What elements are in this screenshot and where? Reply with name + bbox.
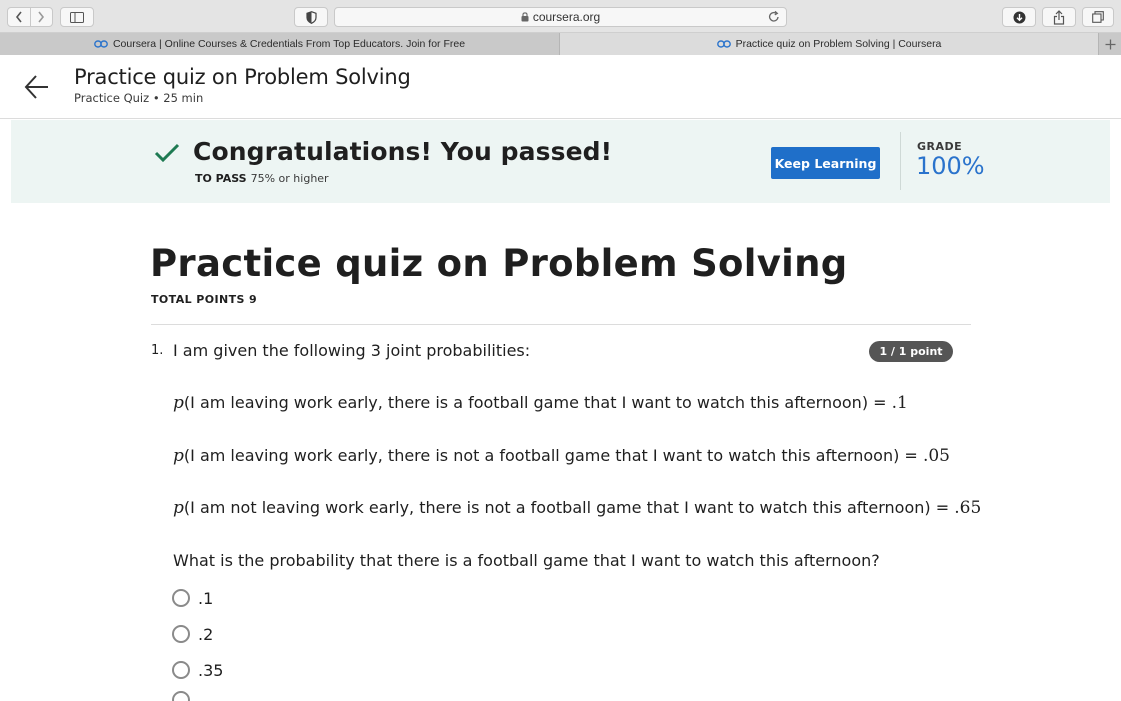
radio-button[interactable] (172, 691, 190, 701)
coursera-logo-icon (94, 40, 108, 48)
probability-text: (I am leaving work early, there is not a… (183, 446, 918, 465)
probability-text: (I am leaving work early, there is a foo… (183, 393, 887, 412)
page-subtitle: Practice Quiz • 25 min (74, 91, 204, 105)
radio-button[interactable] (172, 589, 190, 607)
question-prompt: What is the probability that there is a … (173, 551, 880, 570)
probability-statement: p(I am leaving work early, there is not … (173, 446, 950, 466)
option-label: .2 (198, 624, 214, 644)
nav-buttons (7, 7, 53, 27)
reload-icon[interactable] (768, 10, 780, 26)
probability-symbol: p (173, 446, 184, 466)
back-arrow-button[interactable] (24, 74, 50, 100)
total-points: TOTAL POINTS 9 (151, 293, 258, 306)
probability-value: .1 (891, 393, 908, 413)
privacy-shield-button[interactable] (294, 7, 328, 27)
chevron-left-icon (15, 11, 22, 23)
page-header: Practice quiz on Problem Solving Practic… (0, 56, 1121, 119)
share-icon (1053, 9, 1065, 25)
points-badge: 1 / 1 point (869, 341, 953, 362)
share-button[interactable] (1042, 7, 1076, 27)
tab-label: Coursera | Online Courses & Credentials … (112, 38, 466, 50)
browser-toolbar: coursera.org (0, 0, 1121, 33)
sidebar-toggle-button[interactable] (60, 7, 94, 27)
option-label: .1 (198, 588, 214, 608)
probability-statement: p(I am not leaving work early, there is … (173, 498, 981, 518)
to-pass-label: TO PASS (195, 172, 247, 185)
probability-statement: p(I am leaving work early, there is a fo… (173, 393, 908, 413)
quiz-title: Practice quiz on Problem Solving (150, 242, 848, 285)
new-tab-button[interactable] (1098, 33, 1121, 55)
chevron-right-icon (38, 11, 45, 23)
probability-value: .65 (954, 498, 982, 518)
divider (151, 324, 971, 325)
arrow-left-icon (24, 75, 48, 99)
to-pass-value: 75% or higher (250, 172, 329, 185)
tab-coursera-home[interactable]: Coursera | Online Courses & Credentials … (0, 33, 560, 55)
question-text: I am given the following 3 joint probabi… (173, 341, 531, 360)
tabs-overview-icon (1092, 11, 1104, 23)
radio-button[interactable] (172, 625, 190, 643)
grade-value: 100% (916, 152, 985, 180)
tab-practice-quiz[interactable]: Practice quiz on Problem Solving | Cours… (560, 33, 1098, 55)
downloads-button[interactable] (1002, 7, 1036, 27)
pass-message: Congratulations! You passed! (193, 137, 613, 166)
download-icon (1013, 11, 1025, 23)
probability-value: .05 (922, 446, 950, 466)
check-icon (154, 142, 180, 169)
tab-strip: Coursera | Online Courses & Credentials … (0, 33, 1121, 55)
forward-nav-button[interactable] (31, 8, 53, 26)
answer-option[interactable] (172, 690, 198, 701)
answer-option[interactable]: .1 (172, 588, 213, 608)
radio-button[interactable] (172, 661, 190, 679)
lock-icon (521, 12, 529, 22)
result-banner: Congratulations! You passed! TO PASS 75% … (11, 120, 1110, 203)
page-title: Practice quiz on Problem Solving (74, 65, 411, 89)
show-tabs-button[interactable] (1082, 7, 1114, 27)
divider (900, 132, 901, 190)
answer-option[interactable]: .2 (172, 624, 213, 644)
option-label: .35 (198, 660, 224, 680)
back-nav-button[interactable] (8, 8, 31, 26)
answer-option[interactable]: .35 (172, 660, 223, 680)
address-bar[interactable]: coursera.org (334, 7, 787, 27)
shield-icon (305, 10, 317, 24)
tab-label: Practice quiz on Problem Solving | Cours… (735, 38, 942, 50)
sidebar-icon (70, 11, 84, 23)
question-number: 1. (151, 343, 164, 358)
keep-learning-button[interactable]: Keep Learning (771, 147, 880, 179)
probability-text: (I am not leaving work early, there is n… (183, 498, 950, 517)
url-text: coursera.org (532, 10, 601, 24)
coursera-logo-icon (716, 40, 731, 48)
plus-icon (1105, 39, 1115, 49)
pass-requirement: TO PASS 75% or higher (195, 172, 329, 185)
probability-symbol: p (173, 498, 184, 518)
probability-symbol: p (173, 393, 184, 413)
